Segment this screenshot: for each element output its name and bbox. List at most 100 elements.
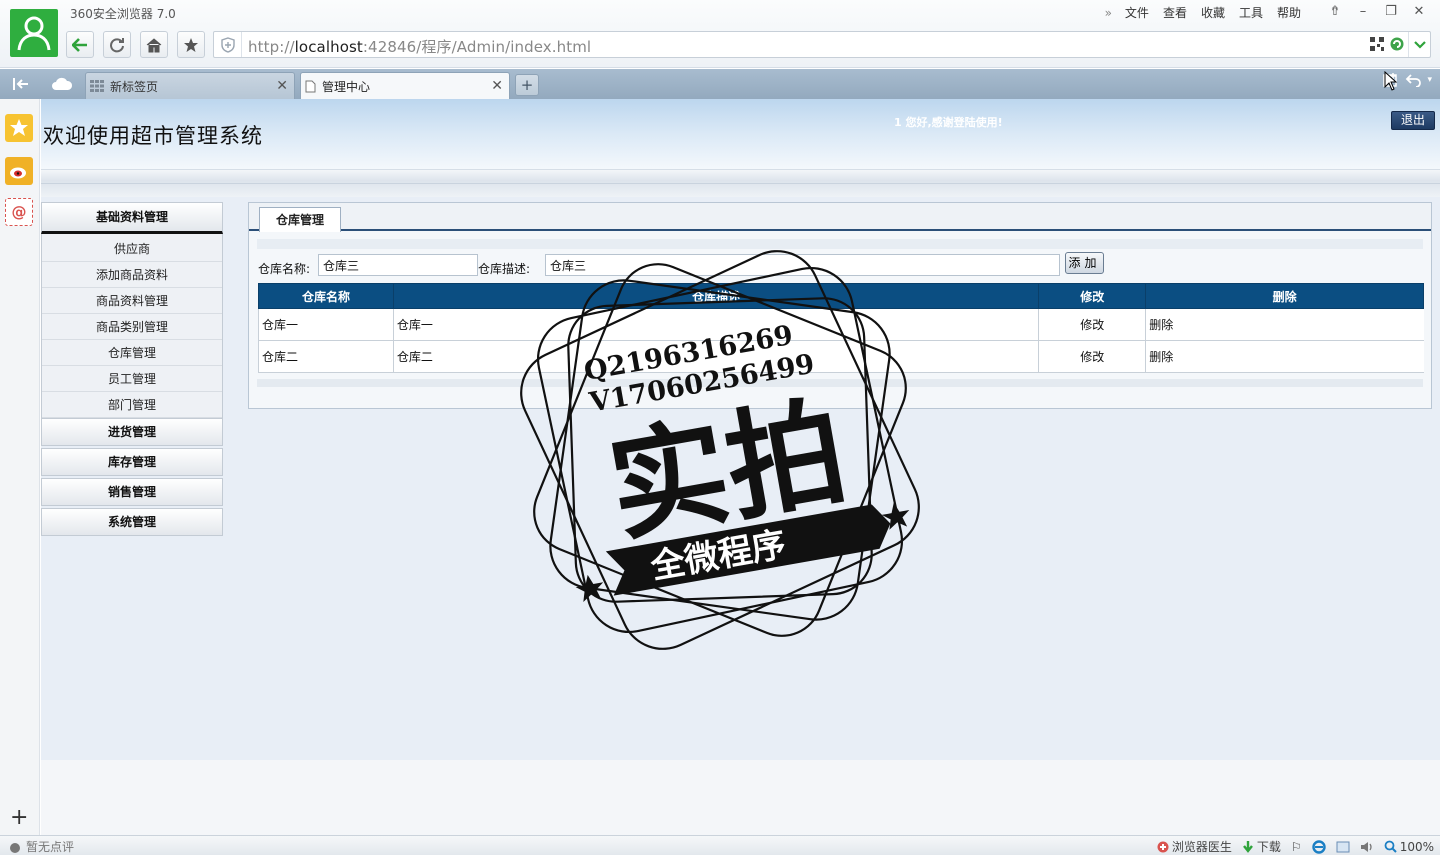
tab-warehouse-management[interactable]: 仓库管理 <box>259 207 341 232</box>
ie-icon[interactable] <box>1311 839 1326 854</box>
sidebar-item-category-management[interactable]: 商品类别管理 <box>42 314 222 340</box>
zoom-level: 100% <box>1399 839 1434 854</box>
page-header: 欢迎使用超市管理系统 1 您好,感谢登陆使用! 退出 <box>41 99 1440 169</box>
tab-close-icon[interactable]: ✕ <box>491 78 503 94</box>
warehouse-panel: 仓库管理 仓库名称: 仓库描述: 添加 仓库名称 仓库描述 修改 删除 <box>248 202 1432 409</box>
status-bar: 暂无点评 浏览器医生 下载 ⚐ 100% <box>0 835 1440 855</box>
menu-section-sales[interactable]: 销售管理 <box>41 478 223 506</box>
page-title: 欢迎使用超市管理系统 <box>43 124 263 148</box>
menu-favorites[interactable]: 收藏 <box>1194 4 1232 22</box>
page-blank-area <box>41 760 1440 835</box>
menu-section-purchase[interactable]: 进货管理 <box>41 418 223 446</box>
restore-icon[interactable]: ❐ <box>1380 2 1402 22</box>
mouse-cursor-icon <box>1384 71 1398 91</box>
tab-new-tab[interactable]: 新标签页 ✕ <box>85 72 295 99</box>
sidebar-item-add-product[interactable]: 添加商品资料 <box>42 262 222 288</box>
url-text[interactable]: http://localhost:42846/程序/Admin/index.ht… <box>248 36 591 57</box>
logout-button[interactable]: 退出 <box>1391 111 1435 130</box>
add-warehouse-form: 仓库名称: 仓库描述: 添加 <box>258 252 1424 278</box>
refresh-button[interactable] <box>103 31 131 58</box>
sidebar-item-department-management[interactable]: 部门管理 <box>42 392 222 418</box>
download-manager[interactable]: 下载 <box>1242 838 1281 855</box>
undo-icon[interactable] <box>1405 73 1422 87</box>
sidebar-item-employee-management[interactable]: 员工管理 <box>42 366 222 392</box>
pin-icon[interactable]: ⇮ <box>1324 2 1346 22</box>
window-controls: ⇮ – ❐ ✕ <box>1324 2 1430 22</box>
browser-menu: » 文件 查看 收藏 工具 帮助 <box>1099 4 1308 22</box>
warehouse-desc-input[interactable] <box>545 254 1060 276</box>
download-arrow-icon <box>1242 840 1253 853</box>
dropdown-chevron-icon[interactable] <box>1408 32 1430 57</box>
warehouse-name-input[interactable] <box>318 254 478 276</box>
favorites-star-icon[interactable] <box>5 114 33 142</box>
sidebar-item-warehouse-management[interactable]: 仓库管理 <box>42 340 222 366</box>
tab-admin-center[interactable]: 管理中心 ✕ <box>300 72 510 99</box>
tab-menu-chevron-icon[interactable]: ▾ <box>1427 75 1432 85</box>
menu-section-basic-data[interactable]: 基础资料管理 <box>41 202 223 234</box>
refresh-icon <box>110 37 124 52</box>
star-icon <box>184 37 198 52</box>
close-icon[interactable]: ✕ <box>1408 2 1430 22</box>
sidebar-toggle-icon[interactable] <box>8 74 34 94</box>
status-rating-text[interactable]: 暂无点评 <box>26 838 74 855</box>
flag-icon[interactable]: ⚐ <box>1291 840 1302 854</box>
tab-close-icon[interactable]: ✕ <box>276 78 288 94</box>
menu-more-icon[interactable]: » <box>1099 4 1118 22</box>
browser-doctor-label: 浏览器医生 <box>1171 840 1232 854</box>
col-header-desc: 仓库描述 <box>392 283 1040 309</box>
url-path: :42846/程序/Admin/index.html <box>362 38 592 56</box>
cloud-icon[interactable] <box>49 74 75 94</box>
panel-stripe <box>257 239 1423 249</box>
submenu-basic-data: 供应商 添加商品资料 商品资料管理 商品类别管理 仓库管理 员工管理 部门管理 <box>41 234 223 418</box>
menu-section-system[interactable]: 系统管理 <box>41 508 223 536</box>
favorite-button[interactable] <box>177 31 205 58</box>
window-icon[interactable] <box>1336 841 1350 853</box>
compat-mode-icon[interactable] <box>1390 37 1404 54</box>
table-header-row: 仓库名称 仓库描述 修改 删除 <box>258 283 1424 309</box>
table-row: 仓库一 仓库一 修改 删除 <box>258 308 1424 341</box>
table-row: 仓库二 仓库二 修改 删除 <box>258 340 1424 373</box>
menu-section-inventory[interactable]: 库存管理 <box>41 448 223 476</box>
mail-icon[interactable]: @ <box>5 198 33 226</box>
cell-name: 仓库一 <box>258 308 394 341</box>
rating-icon <box>10 842 20 853</box>
qrcode-icon[interactable] <box>1370 37 1384 54</box>
medical-cross-icon <box>1157 841 1169 852</box>
header-divider-line <box>41 183 1440 184</box>
browser-doctor[interactable]: 浏览器医生 <box>1157 838 1232 855</box>
browser-toolbar: 360安全浏览器 7.0 » 文件 查看 收藏 工具 帮助 ⇮ – ❐ ✕ ht… <box>0 0 1440 68</box>
zoom-control[interactable]: 100% <box>1384 840 1434 854</box>
minimize-icon[interactable]: – <box>1352 2 1374 22</box>
cell-name: 仓库二 <box>258 340 394 373</box>
warehouse-table: 仓库名称 仓库描述 修改 删除 仓库一 仓库一 修改 删除 仓库二 仓库二 修改 <box>258 283 1424 373</box>
col-header-delete: 删除 <box>1145 283 1424 309</box>
delete-link[interactable]: 删除 <box>1145 340 1424 373</box>
grid-icon <box>90 80 104 92</box>
add-sidebar-item-icon[interactable]: + <box>10 805 28 830</box>
home-button[interactable] <box>140 31 168 58</box>
user-avatar-icon[interactable] <box>10 9 58 57</box>
back-arrow-icon <box>72 37 87 52</box>
new-tab-button[interactable]: + <box>515 74 539 96</box>
menu-view[interactable]: 查看 <box>1156 4 1194 22</box>
volume-icon[interactable] <box>1360 841 1374 853</box>
address-bar[interactable]: http://localhost:42846/程序/Admin/index.ht… <box>213 31 1431 58</box>
delete-link[interactable]: 删除 <box>1145 308 1424 341</box>
sidebar-item-product-management[interactable]: 商品资料管理 <box>42 288 222 314</box>
menu-tools[interactable]: 工具 <box>1232 4 1270 22</box>
menu-file[interactable]: 文件 <box>1118 4 1156 22</box>
col-header-name: 仓库名称 <box>258 283 394 309</box>
sidebar-item-supplier[interactable]: 供应商 <box>42 236 222 262</box>
url-host: localhost <box>294 38 363 56</box>
menu-help[interactable]: 帮助 <box>1270 4 1308 22</box>
shield-icon[interactable] <box>214 32 242 57</box>
edit-link[interactable]: 修改 <box>1038 308 1146 341</box>
back-button[interactable] <box>66 31 94 58</box>
edit-link[interactable]: 修改 <box>1038 340 1146 373</box>
add-button[interactable]: 添加 <box>1065 252 1104 274</box>
tab-label: 新标签页 <box>110 79 159 94</box>
weibo-icon[interactable] <box>5 157 33 185</box>
status-right: 浏览器医生 下载 ⚐ 100% <box>1157 838 1434 855</box>
warehouse-name-label: 仓库名称: <box>258 262 311 276</box>
home-icon <box>146 37 162 52</box>
